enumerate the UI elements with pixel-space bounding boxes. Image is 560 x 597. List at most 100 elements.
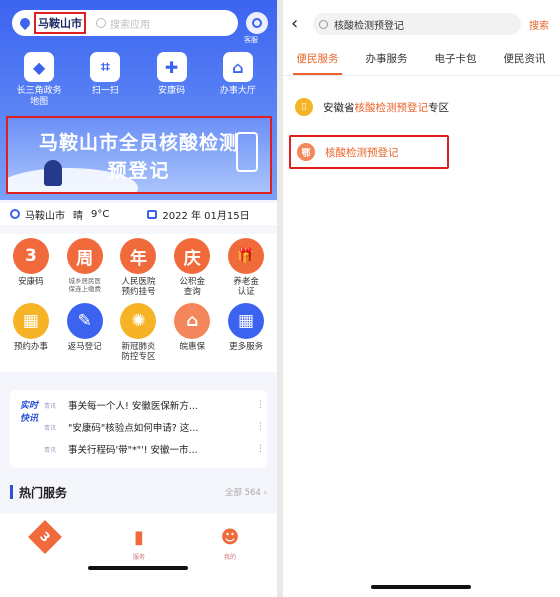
search-bar[interactable]: 马鞍山市 搜索应用 [12, 10, 238, 36]
banner-title: 马鞍山市全员核酸检测 [38, 132, 239, 154]
service-more[interactable]: ▦ 更多服务 [221, 303, 271, 362]
tab-services[interactable]: ▮ [124, 522, 154, 552]
service-label: 更多服务 [229, 342, 264, 352]
headset-icon [252, 18, 262, 28]
hall-icon: ⌂ [222, 52, 253, 82]
tab-label: 服务 [132, 554, 145, 561]
weather: 晴 [73, 210, 83, 222]
tab-news[interactable]: 便民资讯 [490, 50, 559, 75]
home-tab-icon: 3 [28, 520, 62, 554]
more-icon[interactable]: ⋮ [256, 400, 265, 410]
service-label: 人民医院 预约挂号 [121, 277, 156, 297]
news-ticker: 实时快讯 青讯 事关每一个人! 安徽医保新方... ⋮ 青讯 "安康码"核验点如何申请… [10, 390, 267, 468]
quick-action-label: 长三角政务 地图 [16, 86, 62, 107]
health-code-icon: 3 [12, 238, 49, 274]
quick-action-health-code[interactable]: ✚ 安康码 [142, 52, 202, 108]
tab-convenience[interactable]: 便民服务 [283, 50, 352, 75]
tab-home[interactable]: 3 [28, 520, 62, 554]
news-item[interactable]: 青讯 "安康码"核验点如何申请? 这... ⋮ [44, 420, 265, 434]
service-appointment[interactable]: ▦ 预约办事 [6, 303, 56, 362]
service-health-code[interactable]: 3 安康码 [6, 238, 56, 297]
customer-service-button[interactable] [246, 12, 268, 34]
hospital-icon: 年 [120, 238, 157, 274]
service-label: 皖惠保 [179, 342, 206, 352]
news-source: 青讯 [44, 402, 57, 410]
quick-action-hall[interactable]: ⌂ 办事大厅 [208, 52, 268, 108]
home-indicator [88, 566, 188, 570]
service-grid: 3 安康码 周城乡居民医 保连上缴费 年人民医院 预约挂号 庆公积金 查询 🎁 养老… [0, 234, 277, 372]
service-housing-fund[interactable]: 庆公积金 查询 [167, 238, 217, 297]
calendar-icon [147, 209, 158, 219]
search-icon [96, 18, 106, 28]
calendar-icon: ▦ [12, 303, 49, 339]
scan-icon: ⌗ [90, 52, 121, 82]
promo-banner[interactable]: 马鞍山市全员核酸检测 预登记 [6, 116, 272, 194]
location-pin-icon [17, 15, 33, 31]
tab-profile[interactable]: ☻ [215, 522, 245, 552]
tab-affairs[interactable]: 办事服务 [352, 50, 421, 75]
service-label: 返马登记 [67, 342, 102, 352]
service-label: 安康码 [18, 277, 44, 287]
date: 2022 年 01月15日 [162, 210, 250, 222]
news-text: 事关行程码'带"*"'! 安徽一市... [68, 445, 198, 456]
map-icon: ◆ [24, 52, 55, 82]
search-bar[interactable]: 核酸检测预登记 [313, 13, 521, 35]
service-hospital-appointment[interactable]: 年人民医院 预约挂号 [113, 238, 163, 297]
result-tabs: 便民服务 办事服务 电子卡包 便民资讯 [283, 50, 560, 76]
result-item[interactable]: ▯ 安徽省核酸检测预登记专区 [289, 90, 554, 124]
news-item[interactable]: 青讯 事关每一个人! 安徽医保新方... ⋮ [44, 398, 265, 412]
service-pension[interactable]: 🎁 养老金 认证 [221, 238, 271, 297]
info-city: 马鞍山市 [25, 210, 65, 222]
service-row: 3 安康码 周城乡居民医 保连上缴费 年人民医院 预约挂号 庆公积金 查询 🎁 养老… [0, 238, 277, 297]
search-results-screen: ‹ 核酸检测预登记 搜索 便民服务 办事服务 电子卡包 便民资讯 ▯ 安徽省核酸… [283, 0, 560, 597]
bottom-tab-bar: 3 ▮ 服务 ☻ 我的 [0, 514, 277, 597]
service-wanhuibao[interactable]: ⌂ 皖惠保 [167, 303, 217, 362]
service-return-registration[interactable]: ✎ 返马登记 [60, 303, 110, 362]
result-item-highlighted[interactable]: 鄂 核酸检测预登记 [289, 135, 449, 169]
service-label: 预约办事 [13, 342, 48, 352]
profile-tab-icon: ☻ [220, 526, 240, 548]
section-marker [10, 485, 13, 499]
tab-label: 我的 [223, 554, 236, 561]
service-label: 城乡居民医 保连上缴费 [68, 277, 101, 293]
result-label: 核酸检测预登记 [325, 146, 399, 159]
news-item[interactable]: 青讯 事关行程码'带"*"'! 安徽一市... ⋮ [44, 442, 265, 456]
back-icon[interactable]: ‹ [291, 14, 303, 34]
news-source: 青讯 [44, 424, 57, 432]
tab-card-wallet[interactable]: 电子卡包 [421, 50, 490, 75]
service-covid-zone[interactable]: ✺ 新冠肺炎 防控专区 [113, 303, 163, 362]
service-label: 公积金 查询 [179, 277, 206, 297]
all-services-link[interactable]: 全部 564 › [225, 486, 267, 498]
insurance-icon: 周 [66, 238, 103, 274]
news-source: 青讯 [44, 446, 57, 454]
search-input[interactable]: 核酸检测预登记 [334, 17, 404, 32]
service-row: ▦ 预约办事 ✎ 返马登记 ✺ 新冠肺炎 防控专区 ⌂ 皖惠保 ▦ 更多服务 [0, 303, 277, 362]
gift-icon: 🎁 [228, 238, 265, 274]
more-icon[interactable]: ⋮ [256, 444, 265, 454]
more-icon[interactable]: ⋮ [256, 422, 265, 432]
city-selector[interactable]: 马鞍山市 [34, 12, 86, 34]
quick-action-label: 办事大厅 [219, 86, 256, 96]
edit-icon: ✎ [66, 303, 103, 339]
news-tag: 实时快讯 [20, 401, 39, 424]
health-code-icon: ✚ [156, 52, 187, 82]
quick-actions: ◆ 长三角政务 地图 ⌗ 扫一扫 ✚ 安康码 ⌂ 办事大厅 [0, 52, 277, 108]
service-medical-insurance[interactable]: 周城乡居民医 保连上缴费 [60, 238, 110, 297]
virus-icon: ✺ [120, 303, 157, 339]
search-button[interactable]: 搜索 [529, 17, 549, 32]
news-text: 事关每一个人! 安徽医保新方... [68, 401, 198, 412]
hot-services-header: 热门服务 全部 564 › [10, 482, 267, 502]
services-tab-icon: ▮ [134, 526, 144, 548]
home-indicator [371, 585, 471, 589]
quick-action-map[interactable]: ◆ 长三角政务 地图 [9, 52, 69, 108]
screenshot: 马鞍山市 搜索应用 客服 ◆ 长三角政务 地图 ⌗ 扫一扫 ✚ 安康码 ⌂ 办事… [0, 0, 560, 597]
search-placeholder: 搜索应用 [110, 19, 150, 31]
location-icon [10, 209, 20, 219]
result-label: 安徽省核酸检测预登记专区 [323, 101, 449, 114]
quick-action-scan[interactable]: ⌗ 扫一扫 [75, 52, 135, 108]
shield-icon: ⌂ [174, 303, 211, 339]
news-text: "安康码"核验点如何申请? 这... [68, 423, 199, 434]
registration-icon: 鄂 [297, 143, 315, 161]
banner-subtitle: 预登记 [107, 160, 171, 182]
grid-icon: ▦ [228, 303, 265, 339]
